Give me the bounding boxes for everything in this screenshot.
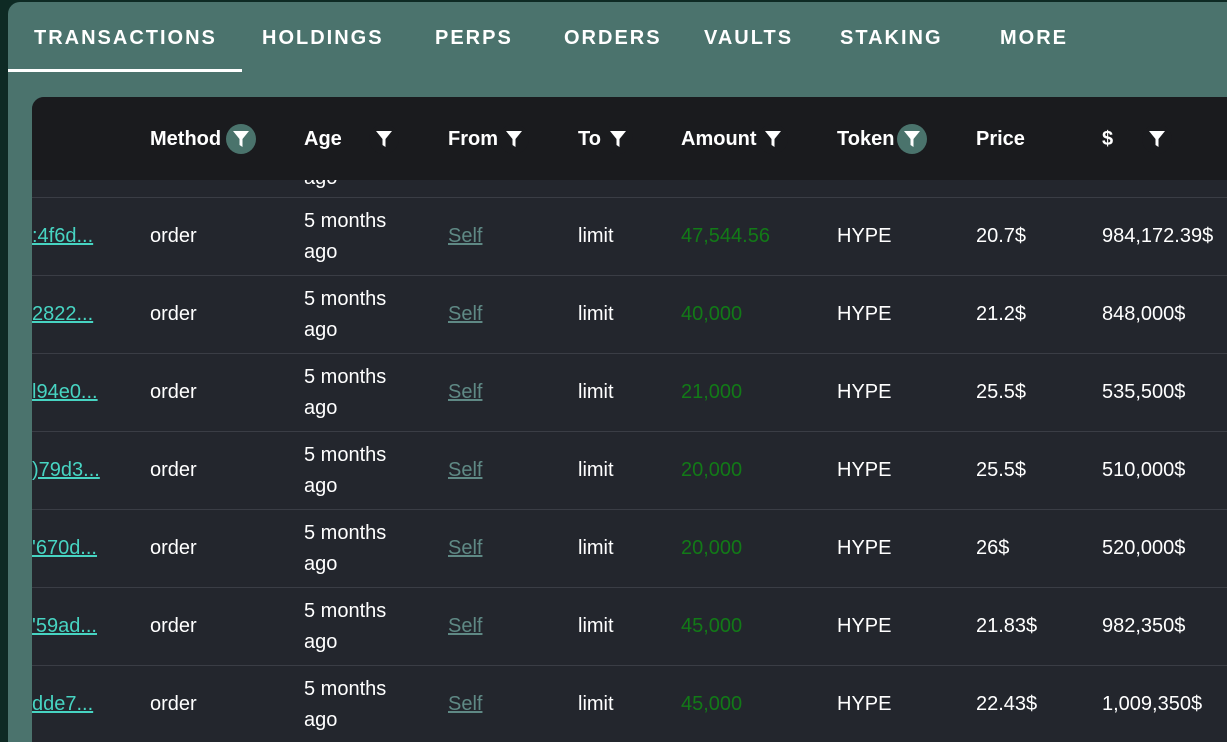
- tab-staking[interactable]: STAKING: [840, 2, 943, 72]
- tx-hash-link[interactable]: '670d...: [32, 537, 97, 560]
- age-cell: ago: [304, 180, 337, 190]
- funnel-icon: [610, 131, 626, 147]
- from-link[interactable]: Self: [448, 615, 482, 638]
- method-cell: order: [150, 459, 197, 481]
- price-cell: 21.83$: [976, 615, 1038, 637]
- usd-value-cell: 510,000$: [1102, 459, 1186, 481]
- tab-orders[interactable]: ORDERS: [564, 2, 662, 72]
- table-row[interactable]: '59ad... order 5 months ago Self limit 4…: [32, 588, 1227, 666]
- to-filter-button[interactable]: [603, 124, 633, 154]
- funnel-icon: [1149, 131, 1165, 147]
- from-filter-button[interactable]: [499, 124, 529, 154]
- column-header-age: Age: [304, 128, 342, 150]
- age-cell: 5 months ago: [304, 287, 387, 341]
- tx-hash-link[interactable]: '59ad...: [32, 615, 97, 638]
- usd-filter-button[interactable]: [1142, 124, 1172, 154]
- to-cell: limit: [578, 459, 614, 481]
- column-header-method: Method: [150, 128, 222, 150]
- transactions-table: Method Age From To Amount Token Price $ …: [32, 97, 1227, 742]
- token-cell: HYPE: [837, 615, 892, 637]
- amount-cell: 20,000: [681, 537, 743, 559]
- method-cell: order: [150, 381, 197, 403]
- amount-cell: 47,544.56: [681, 225, 770, 247]
- tx-hash-link[interactable]: )79d3...: [32, 459, 100, 482]
- method-cell: order: [150, 537, 197, 559]
- tx-hash-link[interactable]: l94e0...: [32, 381, 98, 404]
- age-filter-button[interactable]: [369, 124, 399, 154]
- funnel-icon: [904, 131, 920, 147]
- token-filter-button[interactable]: [897, 124, 927, 154]
- from-link[interactable]: Self: [448, 693, 482, 716]
- token-cell: HYPE: [837, 459, 892, 481]
- amount-cell: 40,000: [681, 303, 743, 325]
- column-header-token: Token: [837, 128, 895, 150]
- token-cell: HYPE: [837, 225, 892, 247]
- main-panel: TRANSACTIONS HOLDINGS PERPS ORDERS VAULT…: [8, 2, 1227, 742]
- column-header-amount: Amount: [681, 128, 757, 150]
- method-cell: order: [150, 303, 197, 325]
- funnel-icon: [506, 131, 522, 147]
- table-row[interactable]: :4f6d... order 5 months ago Self limit 4…: [32, 198, 1227, 276]
- funnel-icon: [233, 131, 249, 147]
- tab-more[interactable]: MORE: [1000, 2, 1068, 72]
- age-cell: 5 months ago: [304, 599, 387, 653]
- tab-bar: TRANSACTIONS HOLDINGS PERPS ORDERS VAULT…: [8, 2, 1227, 72]
- usd-value-cell: 520,000$: [1102, 537, 1186, 559]
- table-header: Method Age From To Amount Token Price $: [32, 97, 1227, 180]
- tx-hash-link[interactable]: dde7...: [32, 693, 93, 716]
- table-row[interactable]: )79d3... order 5 months ago Self limit 2…: [32, 432, 1227, 510]
- from-link[interactable]: Self: [448, 537, 482, 560]
- token-cell: HYPE: [837, 303, 892, 325]
- age-cell: 5 months ago: [304, 209, 387, 263]
- column-header-usd: $: [1102, 128, 1114, 150]
- amount-cell: 45,000: [681, 615, 743, 637]
- table-row[interactable]: l94e0... order 5 months ago Self limit 2…: [32, 354, 1227, 432]
- from-link[interactable]: Self: [448, 459, 482, 482]
- table-row-partial: ago: [32, 180, 1227, 198]
- age-cell: 5 months ago: [304, 443, 387, 497]
- price-cell: 21.2$: [976, 303, 1027, 325]
- method-cell: order: [150, 615, 197, 637]
- token-cell: HYPE: [837, 381, 892, 403]
- price-cell: 26$: [976, 537, 1010, 559]
- price-cell: 20.7$: [976, 225, 1027, 247]
- usd-value-cell: 982,350$: [1102, 615, 1186, 637]
- tab-perps[interactable]: PERPS: [435, 2, 513, 72]
- usd-value-cell: 848,000$: [1102, 303, 1186, 325]
- to-cell: limit: [578, 381, 614, 403]
- to-cell: limit: [578, 303, 614, 325]
- to-cell: limit: [578, 615, 614, 637]
- tx-hash-link[interactable]: :4f6d...: [32, 225, 93, 248]
- column-header-from: From: [448, 128, 498, 150]
- tab-vaults[interactable]: VAULTS: [704, 2, 793, 72]
- price-cell: 25.5$: [976, 459, 1027, 481]
- age-cell: 5 months ago: [304, 365, 387, 419]
- funnel-icon: [376, 131, 392, 147]
- tab-holdings[interactable]: HOLDINGS: [262, 2, 384, 72]
- column-header-to: To: [578, 128, 601, 150]
- to-cell: limit: [578, 225, 614, 247]
- age-cell: 5 months ago: [304, 521, 387, 575]
- token-cell: HYPE: [837, 537, 892, 559]
- table-row[interactable]: 2822... order 5 months ago Self limit 40…: [32, 276, 1227, 354]
- to-cell: limit: [578, 537, 614, 559]
- amount-filter-button[interactable]: [758, 124, 788, 154]
- method-cell: order: [150, 225, 197, 247]
- column-header-price: Price: [976, 128, 1025, 150]
- from-link[interactable]: Self: [448, 303, 482, 326]
- method-filter-button[interactable]: [226, 124, 256, 154]
- amount-cell: 20,000: [681, 459, 743, 481]
- from-link[interactable]: Self: [448, 225, 482, 248]
- usd-value-cell: 984,172.39$: [1102, 225, 1214, 247]
- table-row[interactable]: '670d... order 5 months ago Self limit 2…: [32, 510, 1227, 588]
- from-link[interactable]: Self: [448, 381, 482, 404]
- tx-hash-link[interactable]: 2822...: [32, 303, 93, 326]
- amount-cell: 21,000: [681, 381, 743, 403]
- funnel-icon: [765, 131, 781, 147]
- usd-value-cell: 535,500$: [1102, 381, 1186, 403]
- price-cell: 25.5$: [976, 381, 1027, 403]
- tab-transactions[interactable]: TRANSACTIONS: [8, 2, 242, 72]
